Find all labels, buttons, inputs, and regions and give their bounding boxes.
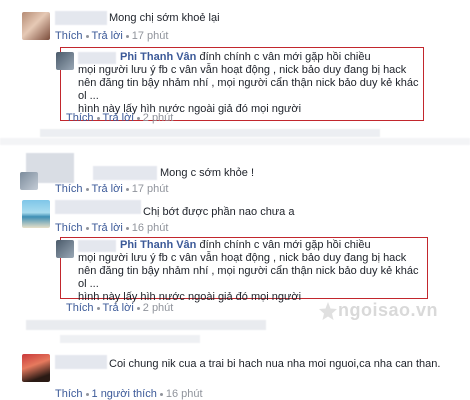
blurred-content [60, 335, 200, 343]
avatar[interactable] [56, 52, 74, 70]
separator-dot [125, 187, 129, 191]
timestamp[interactable]: 17 phút [132, 30, 169, 42]
like-link[interactable]: Thích [55, 388, 83, 400]
reply-author-name[interactable]: Phi Thanh Vân [120, 239, 196, 251]
commenter-name-blurred[interactable] [55, 11, 107, 25]
avatar[interactable] [22, 12, 50, 40]
blurred-content [0, 138, 470, 145]
separator-dot [136, 306, 140, 310]
reply-body: Phi Thanh Vân đính chính c vân mới gặp h… [78, 239, 424, 304]
separator-dot [85, 226, 89, 230]
comment-actions: Thích Trả lời 2 phút [66, 112, 173, 124]
separator-dot [85, 187, 89, 191]
commenter-name-blurred[interactable] [93, 166, 157, 180]
timestamp[interactable]: 2 phút [143, 112, 174, 124]
timestamp[interactable]: 16 phút [132, 222, 169, 234]
comment-actions: Thích Trả lời 2 phút [66, 302, 173, 314]
reply-link[interactable]: Trả lời [103, 112, 134, 124]
reply-link[interactable]: Trả lời [92, 183, 123, 195]
avatar[interactable] [22, 200, 50, 228]
avatar[interactable] [56, 240, 74, 258]
avatar[interactable] [22, 354, 50, 382]
reply-author-name[interactable]: Phi Thanh Vân [120, 51, 196, 63]
like-link[interactable]: Thích [66, 302, 94, 314]
watermark-text: ngoisao.vn [338, 300, 439, 320]
commenter-name-blurred[interactable] [55, 200, 141, 214]
like-link[interactable]: Thích [66, 112, 94, 124]
blurred-content [26, 320, 266, 330]
separator-dot [96, 306, 100, 310]
separator-dot [125, 226, 129, 230]
comment-text: Mong chị sớm khoẻ lại [109, 12, 220, 24]
like-link[interactable]: Thích [55, 183, 83, 195]
comment-text: Mong c sớm khỏe ! [160, 167, 255, 179]
comment-actions: Thích Trả lời 17 phút [55, 30, 168, 42]
reply-body: Phi Thanh Vân đính chính c vân mới gặp h… [78, 51, 420, 116]
watermark-logo: ngoisao.vn [318, 300, 438, 321]
separator-dot [85, 34, 89, 38]
reply-link[interactable]: Trả lời [92, 30, 123, 42]
timestamp[interactable]: 16 phút [166, 388, 203, 400]
star-icon [319, 301, 337, 320]
avatar[interactable] [20, 172, 38, 190]
blurred-content [40, 129, 380, 137]
like-link[interactable]: Thích [55, 30, 83, 42]
comment-text: Coi chung nik cua a trai bi hach nua nha… [109, 358, 441, 370]
comment-actions: Thích 1 người thích 16 phút [55, 388, 203, 400]
like-link[interactable]: Thích [55, 222, 83, 234]
reply-link[interactable]: Trả lời [92, 222, 123, 234]
comment-actions: Thích Trả lời 17 phút [55, 183, 168, 195]
separator-dot [125, 34, 129, 38]
separator-dot [159, 392, 163, 396]
separator-dot [85, 392, 89, 396]
separator-dot [136, 116, 140, 120]
comment-text: Chị bớt được phần nao chưa a [143, 206, 295, 218]
comment-actions: Thích Trả lời 16 phút [55, 222, 168, 234]
likes-count[interactable]: 1 người thích [92, 388, 157, 400]
separator-dot [96, 116, 100, 120]
timestamp[interactable]: 17 phút [132, 183, 169, 195]
reply-link[interactable]: Trả lời [103, 302, 134, 314]
timestamp[interactable]: 2 phút [143, 302, 174, 314]
